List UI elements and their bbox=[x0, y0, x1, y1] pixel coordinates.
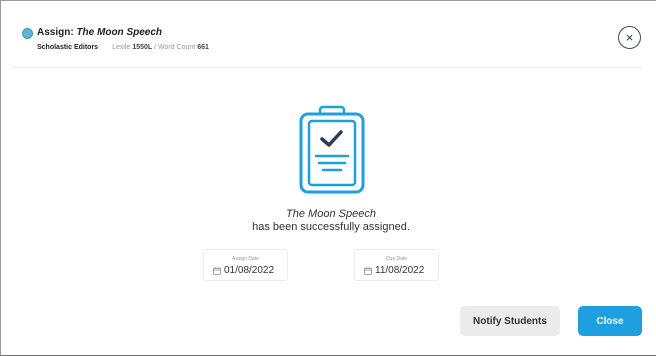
assign-date-value: 01/08/2022 bbox=[224, 265, 275, 276]
close-button[interactable]: Close bbox=[578, 306, 642, 336]
lexile-label: Lexile bbox=[112, 44, 133, 51]
lexile-value: 1550L bbox=[132, 44, 153, 51]
book-meta: Scholastic Editors Lexile 1550L / Word Co… bbox=[37, 44, 209, 51]
status-dot-icon bbox=[22, 28, 33, 39]
modal-header: Assign: The Moon Speech Scholastic Edito… bbox=[11, 9, 642, 68]
modal-title: Assign: The Moon Speech bbox=[37, 27, 162, 38]
clipboard-check-icon bbox=[299, 105, 365, 194]
due-date-label: Due Date bbox=[385, 256, 408, 262]
title-prefix: Assign: bbox=[37, 27, 77, 38]
assign-modal: Assign: The Moon Speech Scholastic Edito… bbox=[0, 0, 656, 356]
confirmation-book-title: The Moon Speech bbox=[286, 208, 376, 220]
confirmation-text: has been successfully assigned. bbox=[252, 221, 410, 233]
assign-date-label: Assign Date bbox=[232, 256, 259, 262]
notify-students-button[interactable]: Notify Students bbox=[460, 306, 560, 336]
word-count-label: Word Count bbox=[158, 44, 198, 51]
publisher-name: Scholastic Editors bbox=[37, 44, 99, 51]
calendar-icon bbox=[213, 267, 221, 275]
due-date-value: 11/08/2022 bbox=[375, 265, 425, 276]
book-title: The Moon Speech bbox=[76, 27, 163, 38]
confirmation-message: The Moon Speech has been successfully as… bbox=[201, 208, 461, 234]
close-icon[interactable]: × bbox=[618, 26, 641, 49]
word-count-value: 661 bbox=[197, 44, 209, 51]
calendar-icon bbox=[364, 267, 372, 275]
assign-date-field: Assign Date 01/08/2022 bbox=[203, 249, 288, 281]
due-date-field: Due Date 11/08/2022 bbox=[354, 249, 439, 281]
